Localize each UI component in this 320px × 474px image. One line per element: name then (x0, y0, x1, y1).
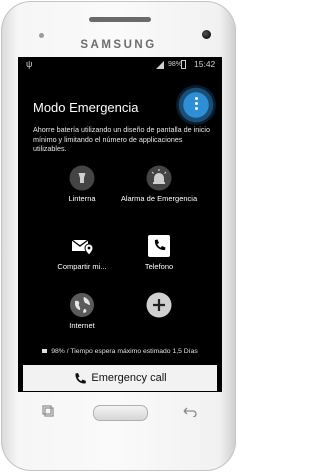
emergency-call-label: Emergency call (91, 372, 167, 384)
add-app-button[interactable] (119, 292, 199, 321)
front-camera (202, 30, 211, 39)
app-internet[interactable]: Internet (42, 292, 122, 330)
phone-body: SAMSUNG ψ 98% 15:42 Modo Emergencia Ahor… (1, 1, 236, 471)
signal-icon (156, 61, 164, 69)
app-label: Linterna (68, 194, 96, 203)
battery-small-icon (42, 349, 48, 353)
add-icon (146, 292, 172, 318)
app-label: Telefono (144, 262, 174, 271)
app-emergency-alarm[interactable]: Alarma de Emergencia (119, 165, 199, 203)
phone-icon (75, 372, 87, 384)
recent-apps-icon[interactable] (41, 405, 55, 417)
app-label: Internet (69, 321, 95, 330)
clock: 15:42 (194, 59, 216, 69)
proximity-sensor (39, 33, 44, 38)
app-label: Compartir mi... (57, 262, 107, 271)
siren-icon (146, 165, 172, 191)
emergency-call-button[interactable]: Emergency call (23, 365, 217, 391)
app-label: Alarma de Emergencia (120, 194, 198, 203)
battery-icon (181, 60, 186, 69)
earpiece-speaker (89, 17, 151, 22)
screen: ψ 98% 15:42 Modo Emergencia Ahorre bater… (18, 57, 222, 392)
flashlight-icon (69, 165, 95, 191)
battery-estimate: 98% / Tiempo espera máximo estimado 1,5 … (18, 348, 222, 355)
battery-estimate-text: 98% / Tiempo espera máximo estimado 1,5 … (51, 348, 198, 355)
status-bar: ψ 98% 15:42 (18, 57, 222, 73)
mode-description: Ahorre batería utilizando un diseño de p… (33, 125, 211, 153)
battery-percent: 98% (168, 61, 183, 68)
app-flashlight[interactable]: Linterna (42, 165, 122, 203)
home-button[interactable] (93, 405, 148, 421)
brand-logo: SAMSUNG (80, 39, 157, 51)
more-vertical-icon (195, 97, 198, 112)
phone-icon (148, 235, 170, 257)
page-title: Modo Emergencia (33, 100, 139, 115)
share-location-icon (71, 239, 94, 256)
app-share-location[interactable]: Compartir mi... (42, 233, 122, 271)
back-icon[interactable] (182, 405, 198, 417)
usb-icon: ψ (26, 59, 33, 69)
app-phone[interactable]: Telefono (119, 233, 199, 271)
more-options-button[interactable] (176, 85, 216, 125)
globe-icon (70, 293, 94, 317)
